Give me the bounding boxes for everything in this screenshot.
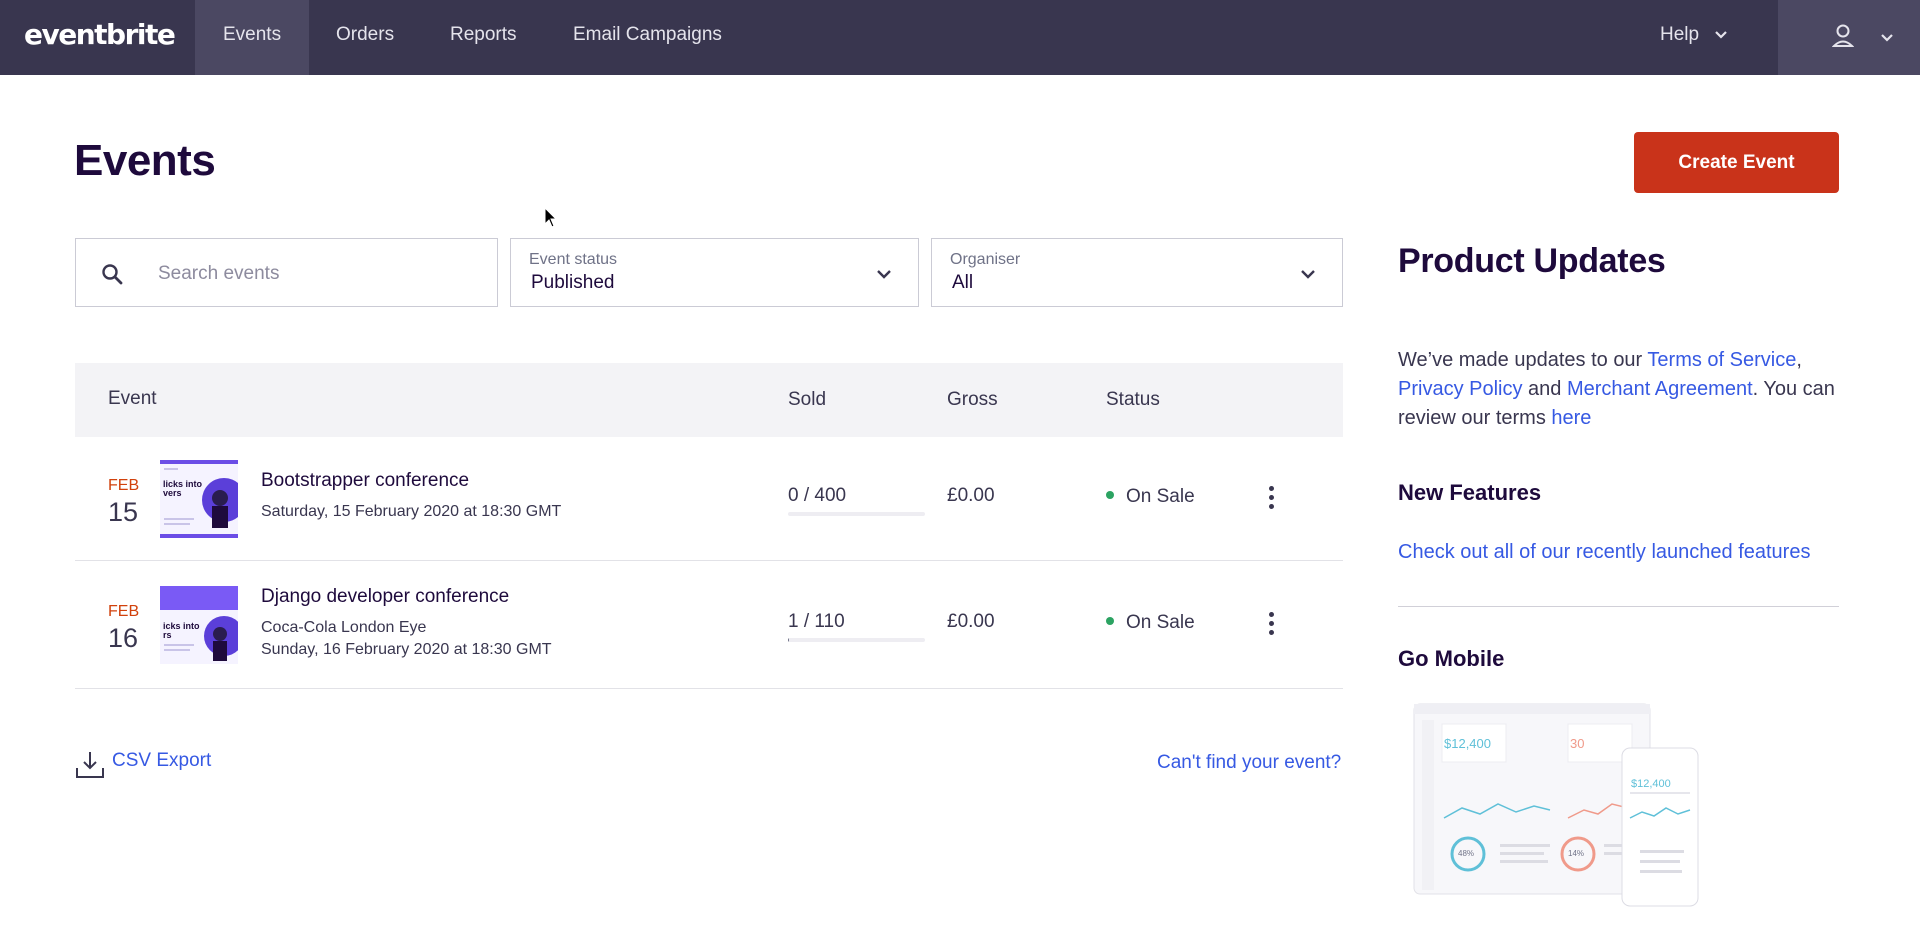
sold-count: 1 / 110 (788, 611, 845, 632)
sold-progress-bar (788, 512, 925, 516)
help-label: Help (1660, 24, 1700, 46)
event-title[interactable]: Bootstrapper conference (261, 470, 469, 492)
updates-text: , (1796, 349, 1802, 371)
csv-export-label: CSV Export (112, 750, 212, 771)
go-mobile-title: Go Mobile (1398, 646, 1505, 671)
mouse-cursor-icon (544, 206, 558, 234)
table-row[interactable]: FEB 15 licks into vers Bootstrapper conf… (75, 437, 1343, 561)
organiser-label: Organiser (950, 251, 1021, 268)
preview-percent: 48% (1458, 849, 1475, 858)
cant-find-event-link[interactable]: Can't find your event? (1157, 752, 1341, 774)
new-features-title: New Features (1398, 480, 1542, 505)
thumbnail-text: icks into rs (163, 621, 200, 640)
mobile-app-preview-image: $12,400 30 48% 14% $12,400 (1400, 700, 1730, 910)
column-header-status: Status (1106, 389, 1160, 410)
event-day: 15 (108, 497, 139, 527)
status-label: On Sale (1126, 486, 1195, 507)
table-header: Event Sold Gross Status (75, 363, 1343, 437)
event-datetime: Sunday, 16 February 2020 at 18:30 GMT (261, 641, 552, 658)
event-status-select[interactable]: Event status Published (510, 238, 919, 307)
chevron-down-icon (1300, 267, 1316, 285)
search-box[interactable] (75, 238, 498, 307)
preview-value: $12,400 (1631, 778, 1671, 790)
chevron-down-icon (1880, 30, 1894, 48)
preview-value: $12,400 (1444, 736, 1491, 751)
preview-value: 30 (1570, 736, 1585, 751)
event-thumbnail[interactable]: licks into vers (160, 460, 238, 538)
search-input[interactable] (158, 259, 478, 289)
chevron-down-icon (876, 267, 892, 285)
sold-progress-bar (788, 638, 925, 642)
gross-amount: £0.00 (947, 611, 995, 632)
column-header-event: Event (108, 388, 157, 409)
gross-amount: £0.00 (947, 485, 995, 506)
download-icon (75, 750, 105, 786)
eventbrite-logo[interactable]: eventbrite (24, 18, 176, 51)
product-updates-text: We’ve made updates to our Terms of Servi… (1398, 346, 1838, 433)
status-badge: On Sale (1106, 486, 1195, 508)
nav-item-email-campaigns[interactable]: Email Campaigns (545, 0, 750, 75)
event-day: 16 (108, 623, 139, 653)
event-thumbnail[interactable]: icks into rs (160, 586, 238, 664)
column-header-sold: Sold (788, 389, 827, 410)
more-options-icon[interactable] (1263, 612, 1279, 642)
nav-item-reports[interactable]: Reports (422, 0, 545, 75)
updates-text: and (1522, 378, 1567, 400)
chevron-down-icon (1714, 0, 1728, 70)
event-month: FEB (108, 603, 140, 620)
more-options-icon[interactable] (1263, 486, 1279, 516)
column-header-gross: Gross (947, 389, 998, 410)
updates-text: We’ve made updates to our (1398, 349, 1648, 371)
product-updates-title: Product Updates (1398, 242, 1666, 280)
page-title: Events (74, 136, 216, 185)
table-row[interactable]: FEB 16 icks into rs Django developer con… (75, 561, 1343, 689)
merchant-agreement-link[interactable]: Merchant Agreement (1567, 378, 1753, 400)
event-datetime: Saturday, 15 February 2020 at 18:30 GMT (261, 503, 562, 520)
user-menu[interactable] (1778, 0, 1920, 75)
organiser-select[interactable]: Organiser All (931, 238, 1343, 307)
review-terms-here-link[interactable]: here (1551, 407, 1591, 429)
event-status-label: Event status (529, 251, 618, 268)
privacy-policy-link[interactable]: Privacy Policy (1398, 378, 1522, 400)
divider (1398, 606, 1839, 607)
event-venue: Coca-Cola London Eye (261, 619, 427, 636)
status-label: On Sale (1126, 612, 1195, 633)
new-features-link[interactable]: Check out all of our recently launched f… (1398, 541, 1810, 564)
event-title[interactable]: Django developer conference (261, 586, 509, 608)
status-badge: On Sale (1106, 612, 1195, 634)
thumbnail-text: licks into vers (163, 479, 203, 498)
event-month: FEB (108, 477, 140, 494)
organiser-value: All (952, 272, 974, 293)
nav-item-events[interactable]: Events (195, 0, 310, 75)
top-nav: eventbrite Events Orders Reports Email C… (0, 0, 1920, 75)
status-dot-icon (1106, 616, 1114, 625)
sold-count: 0 / 400 (788, 485, 847, 506)
preview-percent: 14% (1568, 849, 1585, 858)
event-status-value: Published (531, 272, 615, 293)
status-dot-icon (1106, 490, 1114, 499)
create-event-button[interactable]: Create Event (1634, 132, 1839, 193)
nav-item-orders[interactable]: Orders (308, 0, 422, 75)
terms-of-service-link[interactable]: Terms of Service (1647, 349, 1796, 371)
search-icon (100, 262, 124, 291)
user-icon (1831, 24, 1855, 53)
help-menu[interactable]: Help (1660, 0, 1728, 75)
